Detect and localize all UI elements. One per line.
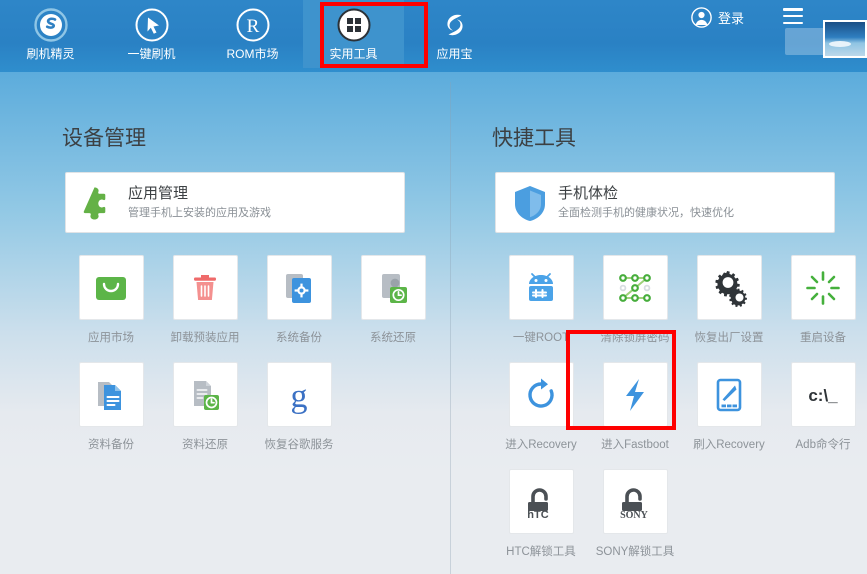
nav-tab-rom-market[interactable]: R ROM市场 xyxy=(202,0,303,68)
tile-label: 卸载预装应用 xyxy=(170,332,240,344)
tile-factory-reset[interactable]: 恢复出厂设置 xyxy=(682,255,776,362)
restart-burst-icon xyxy=(790,255,856,320)
nav-tab-yijianshuaji[interactable]: 一键刷机 xyxy=(101,0,202,68)
tile-one-key-root[interactable]: 一键ROOT xyxy=(494,255,588,362)
tile-restore-google-services[interactable]: g 恢复谷歌服务 xyxy=(252,362,346,469)
tile-label: 一键ROOT xyxy=(512,332,570,344)
registered-r-icon: R xyxy=(234,6,272,44)
login-label: 登录 xyxy=(718,11,745,26)
trash-can-icon xyxy=(172,255,238,320)
quick-tools-grid: 一键ROOT 清除锁屏密码 恢复出厂设置 重启设备 进入Recovery 进入F… xyxy=(494,255,867,574)
puzzle-piece-icon xyxy=(72,175,128,231)
lightning-bolt-icon xyxy=(602,362,668,427)
tile-label: 系统备份 xyxy=(276,332,322,344)
cursor-circle-icon xyxy=(133,6,171,44)
tile-label: 资料备份 xyxy=(88,439,134,451)
tile-label: 资料还原 xyxy=(182,439,228,451)
nav-tab-label: ROM市场 xyxy=(226,47,279,61)
tile-label: 系统还原 xyxy=(370,332,416,344)
android-root-icon xyxy=(508,255,574,320)
tile-label: Adb命令行 xyxy=(795,439,851,451)
card-phone-checkup[interactable]: 手机体检 全面检测手机的健康状况，快速优化 xyxy=(495,172,835,233)
nav-tab-label: 一键刷机 xyxy=(127,47,176,61)
card-title: 应用管理 xyxy=(128,185,189,202)
grid-squares-icon xyxy=(335,6,373,44)
svg-text:c:\_: c:\_ xyxy=(808,386,838,405)
main-nav: 刷机精灵 一键刷机 R ROM市场 实用工具 应用宝 xyxy=(0,0,505,72)
tile-flash-recovery[interactable]: 刷入Recovery xyxy=(682,362,776,469)
card-app-management[interactable]: 应用管理 管理手机上安装的应用及游戏 xyxy=(65,172,405,233)
svg-text:SONY: SONY xyxy=(620,510,649,521)
system-restore-clock-icon xyxy=(360,255,426,320)
svg-text:g: g xyxy=(291,378,308,415)
wallpaper-thumbnail[interactable] xyxy=(823,20,867,58)
tile-adb-command-line[interactable]: c:\_ Adb命令行 xyxy=(776,362,867,469)
tile-uninstall-preinstalled[interactable]: 卸载预装应用 xyxy=(158,255,252,362)
tile-label: 恢复出厂设置 xyxy=(694,332,764,344)
login-button[interactable]: 登录 xyxy=(691,7,744,28)
tile-restart-device[interactable]: 重启设备 xyxy=(776,255,867,362)
tile-system-restore[interactable]: 系统还原 xyxy=(346,255,440,362)
tile-label: 清除锁屏密码 xyxy=(600,332,670,344)
card-title: 手机体检 xyxy=(558,185,619,202)
tile-clear-lockscreen-password[interactable]: 清除锁屏密码 xyxy=(588,255,682,362)
svg-text:hTC: hTC xyxy=(527,509,548,521)
yingyongbao-swirl-icon xyxy=(436,6,474,44)
card-subtitle: 全面检测手机的健康状况，快速优化 xyxy=(558,207,734,219)
shopping-bag-icon xyxy=(78,255,144,320)
phone-pencil-icon xyxy=(696,362,762,427)
sony-unlock-padlock-icon: SONY xyxy=(602,469,668,534)
tile-app-market[interactable]: 应用市场 xyxy=(64,255,158,362)
page-title-quick-tools: 快捷工具 xyxy=(492,127,576,150)
tile-enter-fastboot[interactable]: 进入Fastboot xyxy=(588,362,682,469)
device-management-grid: 应用市场 卸载预装应用 系统备份 系统还原 资料备份 资料还原 g 恢复谷歌服务 xyxy=(64,255,444,469)
nav-tab-label: 刷机精灵 xyxy=(26,47,75,61)
hamburger-menu-icon[interactable] xyxy=(783,8,803,24)
tile-label: SONY解锁工具 xyxy=(595,546,675,558)
nav-tab-yingyongbao[interactable]: 应用宝 xyxy=(404,0,505,68)
page-title-device-management: 设备管理 xyxy=(62,127,146,150)
tile-htc-unlock[interactable]: hTC HTC解锁工具 xyxy=(494,469,588,574)
tile-label: 恢复谷歌服务 xyxy=(264,439,334,451)
tile-label: 应用市场 xyxy=(88,332,134,344)
tile-label: HTC解锁工具 xyxy=(506,546,576,558)
command-prompt-icon: c:\_ xyxy=(790,362,856,427)
app-header: 刷机精灵 一键刷机 R ROM市场 实用工具 应用宝 登录 xyxy=(0,0,867,72)
card-text: 应用管理 管理手机上安装的应用及游戏 xyxy=(128,184,271,221)
tile-label: 刷入Recovery xyxy=(693,439,765,451)
tile-data-restore[interactable]: 资料还原 xyxy=(158,362,252,469)
shuaji-s-logo-icon xyxy=(32,6,70,44)
pattern-lock-icon xyxy=(602,255,668,320)
svg-text:R: R xyxy=(246,16,259,37)
card-text: 手机体检 全面检测手机的健康状况，快速优化 xyxy=(558,184,734,221)
nav-tab-label: 应用宝 xyxy=(436,47,473,61)
tile-label: 进入Recovery xyxy=(505,439,577,451)
nav-tab-label: 实用工具 xyxy=(329,47,378,61)
shield-icon xyxy=(502,175,558,231)
tile-sony-unlock[interactable]: SONY SONY解锁工具 xyxy=(588,469,682,574)
tile-label: 重启设备 xyxy=(800,332,846,344)
column-divider xyxy=(450,82,451,574)
nav-tab-shuajijingling[interactable]: 刷机精灵 xyxy=(0,0,101,68)
header-right-controls: 登录 xyxy=(587,0,867,72)
document-backup-icon xyxy=(78,362,144,427)
card-subtitle: 管理手机上安装的应用及游戏 xyxy=(128,207,271,219)
avatar-circle-icon xyxy=(691,7,712,28)
gears-icon xyxy=(696,255,762,320)
refresh-arrow-icon xyxy=(508,362,574,427)
tile-system-backup[interactable]: 系统备份 xyxy=(252,255,346,362)
tile-label: 进入Fastboot xyxy=(601,439,669,451)
content-area: 设备管理 应用管理 管理手机上安装的应用及游戏 应用市场 卸载预装应用 系统备份… xyxy=(0,72,867,574)
google-g-icon: g xyxy=(266,362,332,427)
tile-enter-recovery[interactable]: 进入Recovery xyxy=(494,362,588,469)
nav-tab-utilities[interactable]: 实用工具 xyxy=(303,0,404,68)
htc-unlock-padlock-icon: hTC xyxy=(508,469,574,534)
document-restore-clock-icon xyxy=(172,362,238,427)
tile-data-backup[interactable]: 资料备份 xyxy=(64,362,158,469)
system-backup-gear-icon xyxy=(266,255,332,320)
